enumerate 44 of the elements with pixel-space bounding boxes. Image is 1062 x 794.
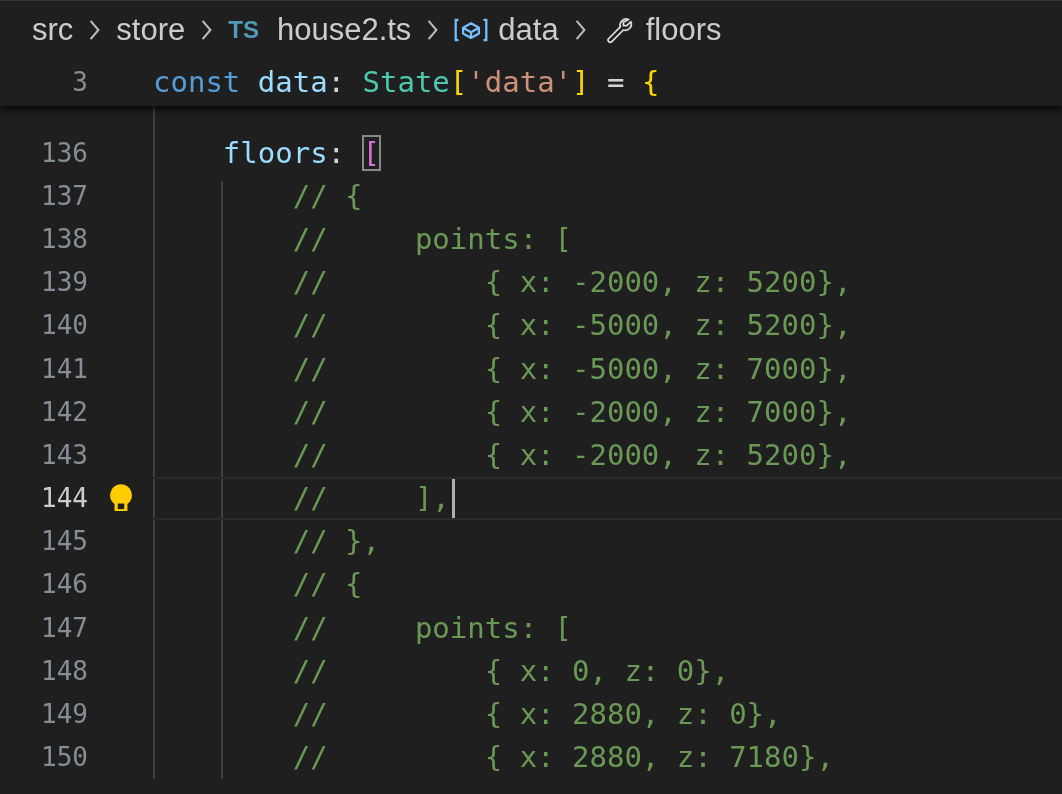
line-number: 138: [40, 223, 88, 254]
chevron-icon: [426, 17, 440, 42]
code-line: // { x: 2880, z: 0},: [291, 697, 782, 732]
code-line: // points: [: [291, 221, 573, 256]
breadcrumb-item[interactable]: house2.ts: [276, 11, 412, 48]
breadcrumb-item[interactable]: store: [116, 11, 186, 48]
line-number: 137: [40, 180, 88, 211]
chevron-icon: [200, 17, 214, 42]
code-line: // { x: 2880, z: 7180},: [291, 740, 834, 775]
line-number: 139: [40, 267, 88, 298]
line-number: 149: [40, 699, 88, 730]
line-number: 150: [40, 742, 88, 773]
breadcrumb-item[interactable]: data: [498, 11, 559, 48]
code-line: // { x: -2000, z: 7000},: [291, 394, 852, 429]
line-number: 142: [40, 396, 88, 427]
chevron-icon: [573, 17, 587, 42]
code-line: // { x: -5000, z: 5200},: [291, 308, 852, 343]
line-number: 143: [40, 439, 88, 470]
code-line: // { x: -2000, z: 5200},: [291, 437, 852, 472]
lightbulb-icon[interactable]: [108, 483, 133, 514]
line-number: 140: [40, 310, 88, 341]
chevron-icon: [88, 17, 102, 42]
breadcrumb-item[interactable]: floors: [645, 11, 722, 48]
line-number: 3: [71, 67, 88, 97]
line-number: 136: [40, 137, 88, 168]
line-number: 144: [40, 483, 88, 514]
code-line: // { x: -5000, z: 7000},: [291, 351, 852, 386]
file-type-label: TS: [228, 15, 259, 44]
line-number: 145: [40, 526, 88, 557]
code-line: // points: [: [291, 610, 573, 645]
code-line: floors: [: [221, 135, 380, 170]
line-number: 148: [40, 655, 88, 686]
code-line: // {: [291, 567, 363, 602]
line-number: 146: [40, 569, 88, 600]
code-line: // { x: -2000, z: 5200},: [291, 265, 852, 300]
line-number: 147: [40, 612, 88, 643]
code-line: const data: State['data'] = {: [153, 65, 660, 99]
code-line: // ],: [153, 478, 455, 519]
text-cursor: [451, 478, 455, 519]
code-line: // },: [291, 524, 380, 559]
line-number: 141: [40, 353, 88, 384]
code-line: // { x: 0, z: 0},: [291, 653, 730, 688]
breadcrumb-item[interactable]: src: [32, 11, 74, 48]
code-line: // {: [291, 178, 363, 213]
